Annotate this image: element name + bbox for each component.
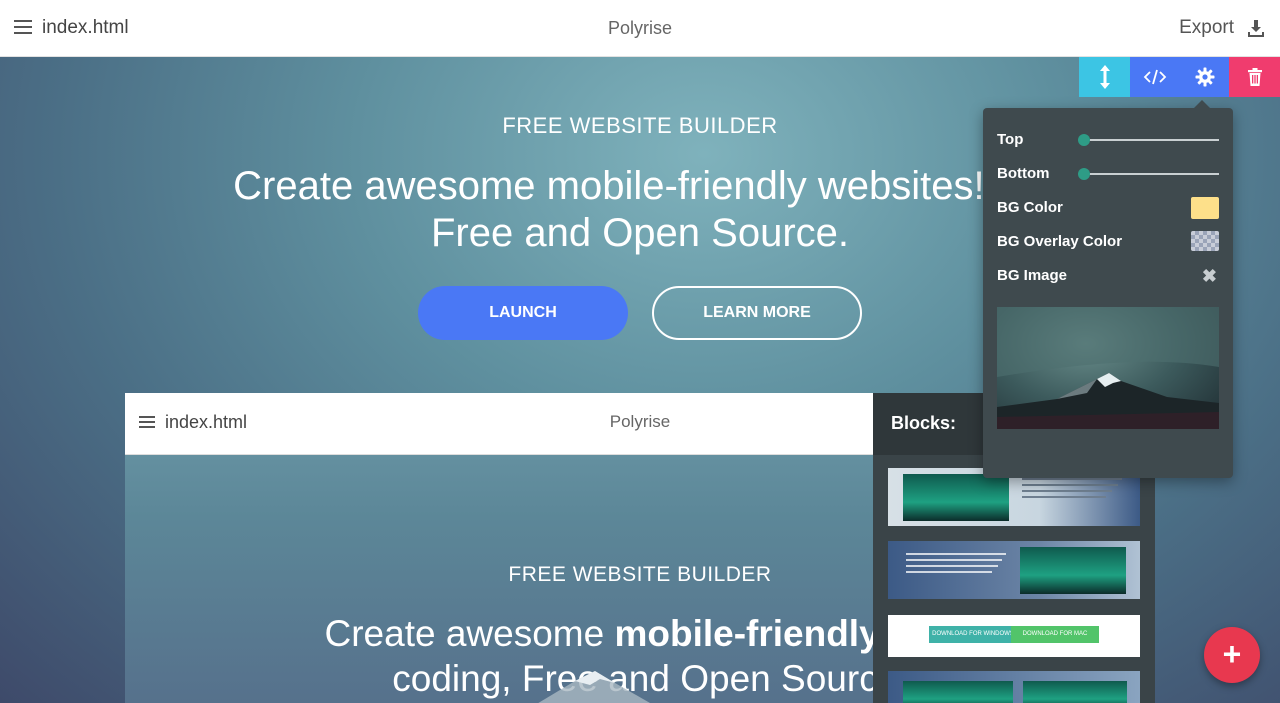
block-thumbnail-image	[903, 681, 1013, 703]
bg-overlay-label: BG Overlay Color	[997, 233, 1123, 250]
top-padding-slider[interactable]	[1078, 134, 1219, 146]
bg-color-swatch[interactable]	[1191, 197, 1219, 219]
remove-image-icon[interactable]: ✖	[1202, 267, 1217, 285]
settings-button[interactable]	[1180, 57, 1229, 97]
preview-topbar: index.html Polyrise	[125, 393, 873, 455]
bottom-slider-knob[interactable]	[1078, 168, 1090, 180]
block-settings-panel: Top Bottom BG Color BG Overlay Color BG …	[983, 100, 1233, 478]
popover-arrow	[1194, 100, 1210, 108]
launch-button[interactable]: LAUNCH	[418, 286, 628, 340]
preview-eyebrow: FREE WEBSITE BUILDER	[508, 563, 772, 586]
block-thumbnail-2[interactable]	[888, 541, 1140, 599]
preview-headline-bold: mobile-friendly	[614, 613, 873, 654]
bg-image-row: BG Image ✖	[997, 265, 1219, 287]
mountain-thumbnail-image	[997, 307, 1219, 429]
app-brand-title: Polyrise	[607, 18, 673, 38]
bg-color-row: BG Color	[997, 197, 1219, 219]
bottom-padding-slider[interactable]	[1078, 168, 1219, 180]
preview-screenshot: index.html Polyrise FREE WEBSITE BUILDER…	[125, 393, 873, 703]
mini-download-windows-button: DOWNLOAD FOR WINDOWS	[929, 626, 1017, 643]
top-padding-label: Top	[997, 131, 1024, 148]
edit-code-button[interactable]	[1130, 57, 1180, 97]
trash-icon	[1247, 68, 1262, 86]
mini-download-mac-button: DOWNLOAD FOR MAC	[1011, 626, 1099, 643]
preview-headline-part1: Create awesome	[324, 613, 615, 654]
preview-brand: Polyrise	[609, 412, 671, 431]
block-thumbnail-image	[1023, 681, 1127, 703]
bg-image-label: BG Image	[997, 267, 1068, 284]
bg-image-preview[interactable]	[997, 307, 1219, 429]
delete-button[interactable]	[1229, 57, 1280, 97]
app-topbar: index.html Polyrise Export	[0, 0, 1280, 57]
plus-icon: +	[1222, 636, 1242, 672]
export-button[interactable]: Export	[1179, 17, 1234, 39]
download-icon[interactable]	[1246, 18, 1266, 38]
resize-button[interactable]	[1079, 57, 1130, 97]
block-thumbnail-3[interactable]: DOWNLOAD FOR WINDOWS DOWNLOAD FOR MAC	[888, 615, 1140, 657]
preview-mountain-image	[538, 671, 650, 703]
block-thumbnail-image	[1020, 547, 1126, 594]
code-icon	[1143, 69, 1167, 85]
bottom-padding-row: Bottom	[997, 163, 1219, 185]
gear-icon	[1195, 67, 1214, 87]
top-padding-row: Top	[997, 129, 1219, 151]
bg-color-label: BG Color	[997, 199, 1063, 216]
bg-overlay-row: BG Overlay Color	[997, 231, 1219, 253]
bottom-padding-label: Bottom	[997, 165, 1050, 182]
block-thumbnail-4[interactable]	[888, 671, 1140, 703]
top-slider-knob[interactable]	[1078, 134, 1090, 146]
vertical-resize-icon	[1099, 65, 1110, 89]
bg-overlay-swatch[interactable]	[1191, 231, 1219, 251]
add-block-button[interactable]: +	[1204, 627, 1260, 683]
learn-more-button[interactable]: LEARN MORE	[652, 286, 862, 340]
block-thumbnail-image	[903, 474, 1009, 521]
